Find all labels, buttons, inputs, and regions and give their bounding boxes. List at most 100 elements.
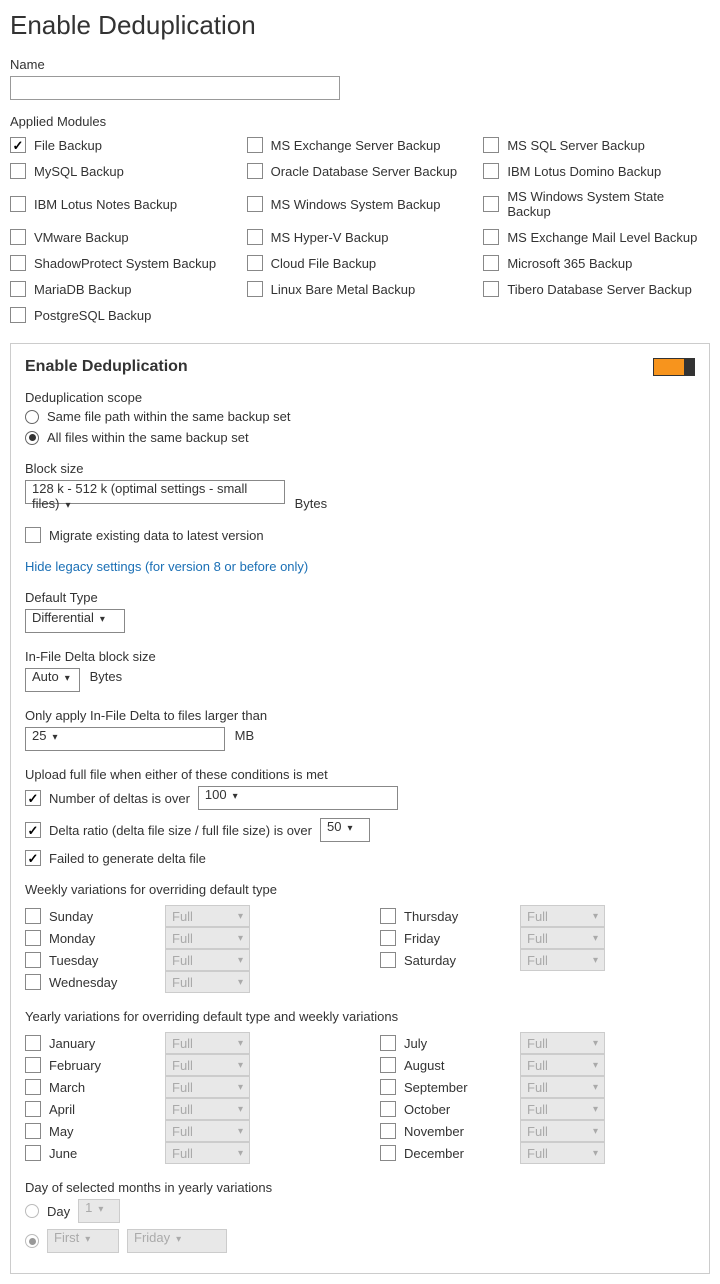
panel-title: Enable Deduplication xyxy=(25,358,188,376)
variation-checkbox[interactable] xyxy=(25,1123,41,1139)
module-checkbox[interactable] xyxy=(247,163,263,179)
scope-radio-same-path[interactable] xyxy=(25,410,39,424)
variation-label: Monday xyxy=(49,931,95,946)
applied-modules-label: Applied Modules xyxy=(10,114,710,129)
variation-checkbox[interactable] xyxy=(25,1101,41,1117)
cond-ratio-checkbox[interactable] xyxy=(25,822,41,838)
variation-type-select: Full▾ xyxy=(520,927,605,949)
dedup-panel: Enable Deduplication Deduplication scope… xyxy=(10,343,710,1274)
variation-row: NovemberFull▾ xyxy=(380,1120,695,1142)
variation-label: November xyxy=(404,1124,464,1139)
variation-checkbox[interactable] xyxy=(25,930,41,946)
ordinal-radio[interactable] xyxy=(25,1234,39,1248)
infile-block-select[interactable]: Auto▾ xyxy=(25,668,80,692)
module-checkbox[interactable] xyxy=(483,196,499,212)
cond-failed-label: Failed to generate delta file xyxy=(49,851,206,866)
variation-type-select: Full▾ xyxy=(165,1142,250,1164)
chevron-down-icon: ▾ xyxy=(593,1060,598,1071)
module-checkbox[interactable] xyxy=(10,163,26,179)
module-label: MS Exchange Mail Level Backup xyxy=(507,230,697,245)
variation-label: June xyxy=(49,1146,77,1161)
variation-row: SundayFull▾ xyxy=(25,905,340,927)
module-checkbox[interactable] xyxy=(10,281,26,297)
module-checkbox[interactable] xyxy=(483,137,499,153)
module-checkbox[interactable] xyxy=(483,229,499,245)
module-item: MS Hyper-V Backup xyxy=(247,229,474,245)
module-checkbox[interactable] xyxy=(483,163,499,179)
enable-toggle[interactable] xyxy=(653,358,695,376)
chevron-down-icon: ▾ xyxy=(593,1082,598,1093)
module-item: ShadowProtect System Backup xyxy=(10,255,237,271)
module-checkbox[interactable] xyxy=(247,137,263,153)
module-item: File Backup xyxy=(10,137,237,153)
chevron-down-icon: ▾ xyxy=(593,1104,598,1115)
variation-checkbox[interactable] xyxy=(380,1145,396,1161)
module-checkbox[interactable] xyxy=(247,255,263,271)
chevron-down-icon: ▾ xyxy=(238,911,243,922)
module-item: Cloud File Backup xyxy=(247,255,474,271)
variation-type-select: Full▾ xyxy=(520,905,605,927)
chevron-down-icon: ▾ xyxy=(238,1082,243,1093)
variation-checkbox[interactable] xyxy=(380,908,396,924)
module-checkbox[interactable] xyxy=(483,281,499,297)
cond-num-checkbox[interactable] xyxy=(25,790,41,806)
variation-checkbox[interactable] xyxy=(25,1057,41,1073)
chevron-down-icon: ▾ xyxy=(238,1038,243,1049)
module-item: Linux Bare Metal Backup xyxy=(247,281,474,297)
scope-radio-all-files[interactable] xyxy=(25,431,39,445)
variation-type-select: Full▾ xyxy=(165,905,250,927)
block-size-select[interactable]: 128 k - 512 k (optimal settings - small … xyxy=(25,480,285,504)
variation-type-select: Full▾ xyxy=(520,1054,605,1076)
module-checkbox[interactable] xyxy=(247,229,263,245)
scope-option1-label: Same file path within the same backup se… xyxy=(47,409,291,424)
infile-block-label: In-File Delta block size xyxy=(25,649,695,664)
module-checkbox[interactable] xyxy=(10,137,26,153)
module-item: MS Exchange Server Backup xyxy=(247,137,474,153)
day-selected-label: Day of selected months in yearly variati… xyxy=(25,1180,695,1195)
name-input[interactable] xyxy=(10,76,340,100)
module-checkbox[interactable] xyxy=(483,255,499,271)
variation-checkbox[interactable] xyxy=(25,1035,41,1051)
module-checkbox[interactable] xyxy=(10,196,26,212)
variation-checkbox[interactable] xyxy=(25,974,41,990)
ordinal-select: First▾ xyxy=(47,1229,119,1253)
variation-checkbox[interactable] xyxy=(380,1101,396,1117)
module-checkbox[interactable] xyxy=(10,307,26,323)
variation-label: Tuesday xyxy=(49,953,98,968)
legacy-link[interactable]: Hide legacy settings (for version 8 or b… xyxy=(25,559,308,574)
variation-checkbox[interactable] xyxy=(25,952,41,968)
variation-type-select: Full▾ xyxy=(165,1098,250,1120)
apply-size-select[interactable]: 25▾ xyxy=(25,727,225,751)
module-checkbox[interactable] xyxy=(10,255,26,271)
variation-row: ThursdayFull▾ xyxy=(380,905,695,927)
variation-checkbox[interactable] xyxy=(25,1145,41,1161)
chevron-down-icon: ▾ xyxy=(593,1148,598,1159)
variation-row: SeptemberFull▾ xyxy=(380,1076,695,1098)
variation-checkbox[interactable] xyxy=(380,1035,396,1051)
module-checkbox[interactable] xyxy=(247,196,263,212)
cond-failed-checkbox[interactable] xyxy=(25,850,41,866)
variation-checkbox[interactable] xyxy=(380,930,396,946)
day-radio[interactable] xyxy=(25,1204,39,1218)
cond-num-select[interactable]: 100▾ xyxy=(198,786,398,810)
variation-checkbox[interactable] xyxy=(380,1079,396,1095)
module-item: Microsoft 365 Backup xyxy=(483,255,710,271)
module-label: IBM Lotus Domino Backup xyxy=(507,164,661,179)
module-checkbox[interactable] xyxy=(247,281,263,297)
variation-checkbox[interactable] xyxy=(380,1123,396,1139)
cond-ratio-select[interactable]: 50▾ xyxy=(320,818,370,842)
upload-label: Upload full file when either of these co… xyxy=(25,767,695,782)
variation-checkbox[interactable] xyxy=(25,908,41,924)
migrate-checkbox[interactable] xyxy=(25,527,41,543)
weekly-label: Weekly variations for overriding default… xyxy=(25,882,695,897)
variation-row: JanuaryFull▾ xyxy=(25,1032,340,1054)
default-type-select[interactable]: Differential▾ xyxy=(25,609,125,633)
module-checkbox[interactable] xyxy=(10,229,26,245)
variation-checkbox[interactable] xyxy=(380,952,396,968)
module-item: Oracle Database Server Backup xyxy=(247,163,474,179)
block-size-label: Block size xyxy=(25,461,695,476)
variation-checkbox[interactable] xyxy=(25,1079,41,1095)
variation-type-select: Full▾ xyxy=(165,927,250,949)
variation-checkbox[interactable] xyxy=(380,1057,396,1073)
chevron-down-icon: ▾ xyxy=(238,955,243,966)
